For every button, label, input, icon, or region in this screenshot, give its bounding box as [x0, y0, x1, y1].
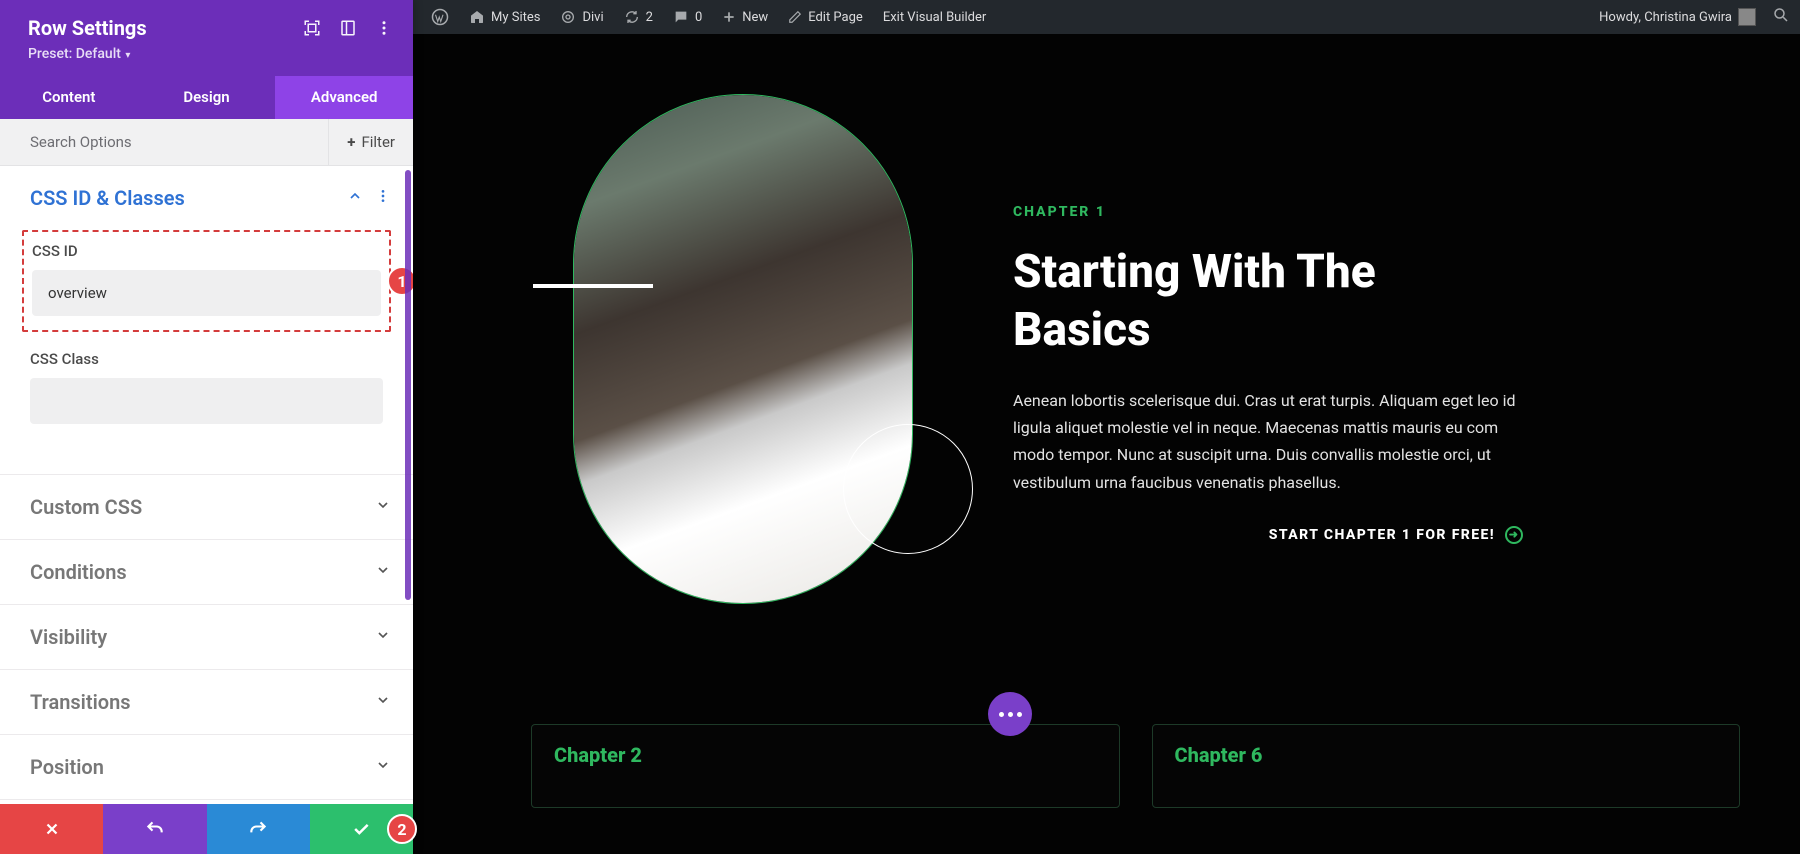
section-header-transitions[interactable]: Transitions — [0, 670, 413, 734]
section-custom-css: Custom CSS — [0, 475, 413, 540]
wp-admin-bar: My Sites Divi 2 0 New Edit Page Exit Vis… — [413, 0, 1800, 34]
ab-updates[interactable]: 2 — [614, 0, 663, 34]
tab-content[interactable]: Content — [0, 76, 138, 119]
builder-fab[interactable] — [988, 692, 1032, 736]
hero-body: Aenean lobortis scelerisque dui. Cras ut… — [1013, 387, 1523, 496]
preset-selector[interactable]: Preset: Default ▾ — [28, 46, 393, 62]
section-header-css-id-classes[interactable]: CSS ID & Classes — [0, 166, 413, 230]
cancel-button[interactable] — [0, 804, 103, 854]
arrow-right-icon: ➜ — [1505, 526, 1523, 544]
redo-button[interactable] — [207, 804, 310, 854]
card-chapter-6[interactable]: Chapter 6 — [1152, 724, 1741, 808]
card-title: Chapter 6 — [1175, 743, 1263, 767]
section-header-custom-css[interactable]: Custom CSS — [0, 475, 413, 539]
css-class-input[interactable] — [30, 378, 383, 424]
section-header-visibility[interactable]: Visibility — [0, 605, 413, 669]
hero-cta-label: START CHAPTER 1 FOR FREE! — [1269, 527, 1495, 543]
filter-label: Filter — [361, 133, 395, 151]
section-kebab-icon[interactable] — [375, 188, 391, 208]
hero-title: Starting With The Basics — [1013, 244, 1523, 359]
ab-edit-page-label: Edit Page — [808, 10, 863, 25]
search-icon[interactable] — [1772, 6, 1790, 28]
section-header-conditions[interactable]: Conditions — [0, 540, 413, 604]
caret-down-icon: ▾ — [123, 50, 131, 61]
section-title: Visibility — [30, 625, 375, 649]
ab-new-label: New — [742, 10, 768, 25]
save-button[interactable]: 2 — [310, 804, 413, 854]
ab-site-name[interactable]: Divi — [550, 0, 613, 34]
filter-button[interactable]: + Filter — [328, 119, 413, 165]
css-class-label: CSS Class — [30, 350, 383, 368]
ab-updates-count: 2 — [646, 10, 653, 25]
search-row: + Filter — [0, 119, 413, 166]
undo-button[interactable] — [103, 804, 206, 854]
section-css-id-classes: CSS ID & Classes CSS ID 1 CSS Clas — [0, 166, 413, 475]
chevron-down-icon — [375, 562, 391, 582]
css-id-input[interactable] — [32, 270, 381, 316]
decorative-circle — [843, 424, 973, 554]
ab-my-sites[interactable]: My Sites — [459, 0, 550, 34]
ab-site-label: Divi — [582, 10, 603, 25]
row-settings-panel: Row Settings Preset: Default ▾ Content D… — [0, 0, 413, 854]
scrollbar[interactable] — [405, 170, 411, 600]
panel-title: Row Settings — [28, 16, 303, 40]
kebab-menu-icon[interactable] — [375, 19, 393, 37]
ab-exit-vb[interactable]: Exit Visual Builder — [873, 0, 996, 34]
tab-advanced[interactable]: Advanced — [275, 76, 413, 119]
avatar — [1738, 8, 1756, 26]
chevron-down-icon — [375, 692, 391, 712]
ab-howdy: Howdy, Christina Gwira — [1599, 10, 1732, 25]
page-preview: CHAPTER 1 Starting With The Basics Aenea… — [413, 34, 1800, 854]
callout-badge-2: 2 — [387, 814, 417, 844]
chapter-label: CHAPTER 1 — [1013, 204, 1523, 220]
chevron-down-icon — [375, 497, 391, 517]
section-position: Position — [0, 735, 413, 800]
chevron-up-icon — [347, 188, 363, 208]
chapter-cards: Chapter 2 Chapter 6 — [531, 724, 1740, 808]
chevron-down-icon — [375, 757, 391, 777]
hero-section: CHAPTER 1 Starting With The Basics Aenea… — [413, 34, 1800, 714]
panel-header: Row Settings Preset: Default ▾ — [0, 0, 413, 76]
section-title: Conditions — [30, 560, 375, 584]
preset-label: Preset: Default — [28, 46, 121, 62]
ab-comments[interactable]: 0 — [663, 0, 712, 34]
panel-body: CSS ID & Classes CSS ID 1 CSS Clas — [0, 166, 413, 804]
section-header-position[interactable]: Position — [0, 735, 413, 799]
callout-css-id: CSS ID 1 — [22, 230, 391, 332]
panel-footer: 2 — [0, 804, 413, 854]
wp-logo[interactable] — [421, 0, 459, 34]
css-id-label: CSS ID — [32, 242, 381, 260]
section-title: Position — [30, 755, 375, 779]
search-input[interactable] — [0, 119, 328, 165]
ab-account[interactable]: Howdy, Christina Gwira — [1589, 0, 1766, 34]
decorative-line — [533, 284, 653, 288]
ab-new[interactable]: New — [712, 0, 778, 34]
section-title: Transitions — [30, 690, 375, 714]
chevron-down-icon — [375, 627, 391, 647]
hero-cta-link[interactable]: START CHAPTER 1 FOR FREE! ➜ — [1013, 526, 1523, 544]
section-conditions: Conditions — [0, 540, 413, 605]
settings-tabs: Content Design Advanced — [0, 76, 413, 119]
section-title: CSS ID & Classes — [30, 186, 347, 210]
plus-icon: + — [347, 133, 355, 151]
section-visibility: Visibility — [0, 605, 413, 670]
ab-my-sites-label: My Sites — [491, 10, 540, 25]
responsive-icon[interactable] — [339, 19, 357, 37]
section-title: Custom CSS — [30, 495, 375, 519]
ab-edit-page[interactable]: Edit Page — [778, 0, 873, 34]
ab-comments-count: 0 — [695, 10, 702, 25]
section-transitions: Transitions — [0, 670, 413, 735]
expand-icon[interactable] — [303, 19, 321, 37]
card-chapter-2[interactable]: Chapter 2 — [531, 724, 1120, 808]
tab-design[interactable]: Design — [138, 76, 276, 119]
card-title: Chapter 2 — [554, 743, 642, 767]
ab-exit-vb-label: Exit Visual Builder — [883, 10, 986, 25]
